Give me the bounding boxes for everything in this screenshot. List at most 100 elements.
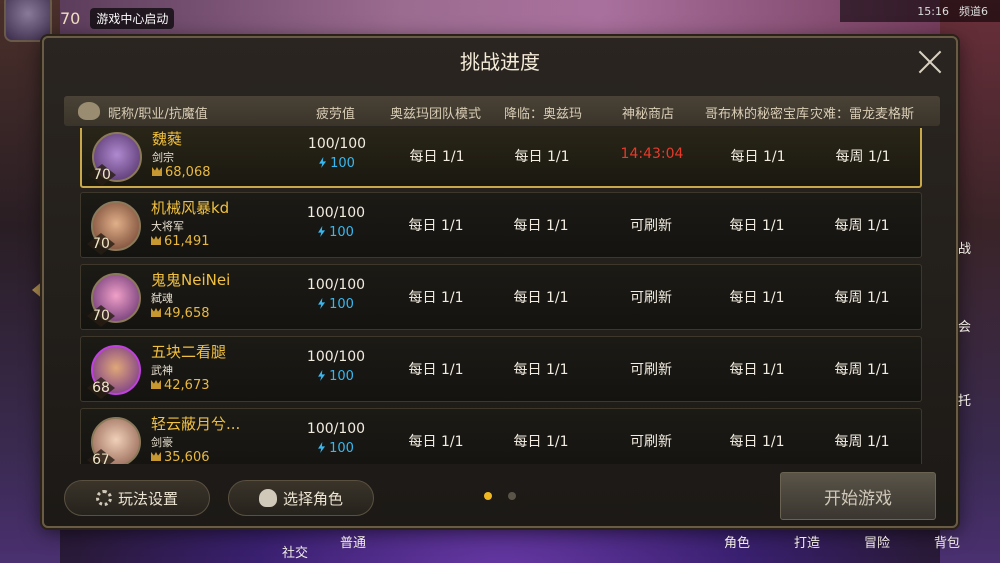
- thunder-dragon-status: 每周 1/1: [835, 149, 891, 165]
- fatigue-bonus: 100: [301, 297, 371, 312]
- col-fatigue: 疲劳值: [316, 107, 356, 122]
- clock: 15:16: [917, 4, 949, 18]
- ozma-raid-status: 每日 1/1: [408, 362, 464, 378]
- goblin-vault-status: 每日 1/1: [730, 149, 786, 165]
- crown-icon: [151, 380, 161, 389]
- lightning-icon: [319, 157, 327, 168]
- ozma-advent-status: 每日 1/1: [513, 218, 569, 234]
- ozma-advent-status: 每日 1/1: [513, 290, 569, 306]
- ozma-raid-status: 每日 1/1: [409, 149, 465, 165]
- character-power: 35,606: [151, 450, 210, 464]
- fatigue-value: 100/100: [306, 205, 366, 221]
- menu-bag[interactable]: 背包: [934, 532, 960, 551]
- thunder-dragon-status: 每周 1/1: [834, 362, 890, 378]
- gear-icon: [95, 490, 112, 506]
- select-character-button[interactable]: 选择角色: [228, 480, 374, 516]
- crown-icon: [151, 236, 161, 245]
- character-row[interactable]: 68 五块二看腿 武神 42,673 100/100 100 每日 1/1 每日…: [80, 336, 922, 402]
- mystery-shop-status: 可刷新: [630, 362, 672, 378]
- page-dot-active[interactable]: [484, 492, 492, 500]
- goblin-vault-status: 每日 1/1: [729, 290, 785, 306]
- fatigue-bonus: 100: [301, 369, 371, 384]
- character-list: 70 魏蕤 剑宗 68,068 100/100 100 每日 1/1 每日 1/…: [80, 128, 924, 464]
- thunder-dragon-status: 每周 1/1: [834, 434, 890, 450]
- character-row[interactable]: 70 机械风暴kd 大将军 61,491 100/100 100 每日 1/1 …: [80, 192, 922, 258]
- character-name: 轻云蔽月兮...: [151, 415, 241, 433]
- ozma-raid-status: 每日 1/1: [408, 434, 464, 450]
- fatigue-bonus: 100: [301, 441, 371, 456]
- thunder-dragon-status: 每周 1/1: [834, 290, 890, 306]
- fatigue-value: 100/100: [306, 277, 366, 293]
- col-goblin-vault: 哥布林的秘密宝库: [705, 107, 810, 122]
- play-settings-button[interactable]: 玩法设置: [64, 480, 210, 516]
- menu-craft[interactable]: 打造: [794, 532, 820, 551]
- page-indicator: [484, 492, 516, 500]
- ozma-advent-status: 每日 1/1: [513, 362, 569, 378]
- menu-normal[interactable]: 普通: [340, 532, 366, 551]
- character-job: 剑宗: [152, 151, 174, 164]
- lightning-icon: [318, 442, 326, 453]
- fatigue-value: 100/100: [306, 421, 366, 437]
- menu-adventure[interactable]: 冒险: [864, 532, 890, 551]
- character-power: 42,673: [151, 378, 210, 393]
- crown-icon: [152, 167, 162, 176]
- character-row[interactable]: 70 魏蕤 剑宗 68,068 100/100 100 每日 1/1 每日 1/…: [80, 128, 922, 188]
- challenge-progress-dialog: 挑战进度 昵称/职业/抗魔值 疲劳值 奥兹玛团队模式 降临：奥兹玛 神秘商店 哥…: [42, 36, 958, 528]
- dialog-title: 挑战进度: [460, 50, 540, 74]
- lightning-icon: [318, 370, 326, 381]
- close-icon[interactable]: [918, 50, 942, 74]
- channel-label[interactable]: 频道6: [959, 3, 988, 19]
- mystery-shop-timer: 14:43:04: [620, 146, 684, 162]
- ozma-raid-status: 每日 1/1: [408, 218, 464, 234]
- character-job: 弑魂: [151, 292, 173, 305]
- fatigue-value: 100/100: [306, 349, 366, 365]
- character-name: 机械风暴kd: [151, 199, 230, 217]
- col-thunder-dragon: 灾难：雷龙麦格斯: [810, 107, 915, 122]
- col-mystery-shop: 神秘商店: [622, 107, 675, 122]
- character-job: 大将军: [151, 220, 184, 233]
- character-row[interactable]: 70 鬼鬼NeiNei 弑魂 49,658 100/100 100 每日 1/1…: [80, 264, 922, 330]
- mystery-shop-status: 可刷新: [630, 434, 672, 450]
- character-icon: [78, 102, 100, 120]
- crown-icon: [151, 308, 161, 317]
- side-label-guild[interactable]: 会: [958, 316, 971, 335]
- character-name: 五块二看腿: [151, 343, 227, 361]
- character-job: 武神: [151, 364, 173, 377]
- menu-social[interactable]: 社交: [282, 542, 308, 561]
- character-power: 61,491: [151, 234, 210, 249]
- player-top-info: 70 游戏中心启动: [0, 0, 240, 42]
- side-label-battle[interactable]: 战: [958, 238, 971, 257]
- lightning-icon: [318, 298, 326, 309]
- goblin-vault-status: 每日 1/1: [729, 218, 785, 234]
- page-dot[interactable]: [508, 492, 516, 500]
- character-row[interactable]: 67 轻云蔽月兮... 剑豪 35,606 100/100 100 每日 1/1…: [80, 408, 922, 464]
- character-job: 剑豪: [151, 436, 173, 449]
- ozma-advent-status: 每日 1/1: [514, 149, 570, 165]
- character-icon: [258, 489, 277, 507]
- side-label-shop[interactable]: 托: [958, 390, 971, 409]
- player-level: 70: [60, 8, 81, 28]
- character-name: 鬼鬼NeiNei: [151, 271, 231, 289]
- lightning-icon: [318, 226, 326, 237]
- bottom-menu-bar: 社交 普通 角色 打造 冒险 背包: [0, 528, 1000, 563]
- character-power: 68,068: [152, 165, 211, 180]
- thunder-dragon-status: 每周 1/1: [834, 218, 890, 234]
- fatigue-value: 100/100: [307, 136, 367, 152]
- mystery-shop-status: 可刷新: [630, 218, 672, 234]
- col-ozma-raid: 奥兹玛团队模式: [390, 107, 482, 122]
- game-center-badge[interactable]: 游戏中心启动: [90, 7, 175, 29]
- goblin-vault-status: 每日 1/1: [729, 434, 785, 450]
- mystery-shop-status: 可刷新: [630, 290, 672, 306]
- menu-character[interactable]: 角色: [724, 532, 750, 551]
- ozma-raid-status: 每日 1/1: [408, 290, 464, 306]
- select-character-label: 选择角色: [282, 489, 343, 508]
- system-status-bar: 15:16 频道6: [840, 0, 1000, 22]
- fatigue-bonus: 100: [301, 225, 371, 240]
- crown-icon: [151, 452, 161, 461]
- col-ozma-advent: 降临：奥兹玛: [504, 107, 583, 122]
- play-settings-label: 玩法设置: [117, 489, 178, 508]
- start-game-button[interactable]: 开始游戏: [780, 472, 936, 520]
- col-name: 昵称/职业/抗魔值: [108, 107, 208, 122]
- character-power: 49,658: [151, 306, 210, 321]
- goblin-vault-status: 每日 1/1: [729, 362, 785, 378]
